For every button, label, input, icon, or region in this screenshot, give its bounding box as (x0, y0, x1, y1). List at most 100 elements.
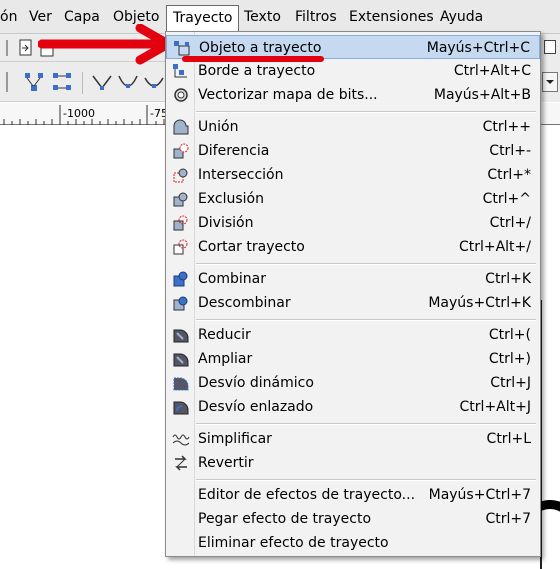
menu-item-borde-a-trayecto[interactable]: Borde a trayecto Ctrl+Alt+C (166, 59, 540, 83)
menu-item-editor-efectos[interactable]: Editor de efectos de trayecto... Mayús+C… (166, 483, 540, 507)
horizontal-ruler (540, 103, 560, 125)
menu-item-label: Combinar (198, 271, 266, 287)
horizontal-ruler: -1000 -750 (0, 103, 175, 125)
toolbar-grip (6, 40, 8, 56)
import-icon[interactable] (18, 39, 34, 61)
break-nodes-icon[interactable] (52, 72, 72, 96)
ruler-label: -1000 (63, 107, 95, 120)
menu-edicion[interactable]: ón (0, 9, 17, 25)
symmetric-node-icon[interactable] (144, 74, 164, 96)
menu-item-shortcut: Ctrl+J (490, 375, 531, 391)
menu-item-ampliar[interactable]: Ampliar Ctrl+) (166, 347, 540, 371)
dynamic-offset-icon (173, 377, 189, 391)
menu-item-label: Borde a trayecto (198, 63, 316, 79)
menu-ayuda[interactable]: Ayuda (440, 9, 483, 25)
exclusion-icon (173, 192, 188, 207)
union-icon (173, 119, 189, 135)
smooth-node-icon[interactable] (118, 74, 138, 96)
menu-item-label: Editor de efectos de trayecto... (198, 487, 416, 503)
menu-item-shortcut: Mayús+Alt+B (433, 87, 531, 103)
menu-item-division[interactable]: División Ctrl+/ (166, 211, 540, 235)
join-nodes-icon[interactable] (24, 72, 44, 96)
menu-item-shortcut: Mayús+Ctrl+C (426, 40, 530, 56)
menu-item-shortcut: Ctrl+K (485, 271, 531, 287)
menu-item-shortcut: Ctrl+Alt+C (453, 63, 531, 79)
menu-item-revertir[interactable]: Revertir (166, 451, 540, 475)
menu-item-label: Pegar efecto de trayecto (198, 511, 372, 527)
object-to-path-icon (174, 41, 190, 56)
menu-item-shortcut: Ctrl++ (482, 119, 531, 135)
menu-item-label: Ampliar (198, 351, 253, 367)
menu-item-label: División (198, 215, 254, 231)
menu-texto[interactable]: Texto (244, 9, 281, 25)
cusp-node-icon[interactable] (92, 74, 112, 96)
node-toolbar (0, 62, 168, 102)
toolbar-right (540, 34, 560, 62)
menu-item-label: Vectorizar mapa de bits... (198, 87, 378, 103)
menu-objeto[interactable]: Objeto (113, 9, 159, 25)
menu-item-shortcut: Ctrl+L (486, 431, 531, 447)
menu-extensiones[interactable]: Extensiones (349, 9, 434, 25)
toolbar-right (540, 62, 560, 102)
menu-separator (196, 263, 536, 265)
menu-item-label: Desvío enlazado (198, 399, 314, 415)
menu-item-simplificar[interactable]: Simplificar Ctrl+L (166, 427, 540, 451)
break-apart-icon (173, 296, 188, 311)
menu-item-label: Diferencia (198, 143, 270, 159)
stroke-to-path-icon (173, 64, 187, 78)
menu-capa[interactable]: Capa (64, 9, 100, 25)
menu-separator (196, 111, 536, 113)
menu-item-label: Objeto a trayecto (199, 40, 322, 56)
trace-bitmap-icon (174, 88, 188, 102)
menu-item-eliminar-efecto[interactable]: Eliminar efecto de trayecto (166, 531, 540, 555)
menu-item-desvio-dinamico[interactable]: Desvío dinámico Ctrl+J (166, 371, 540, 395)
menu-item-label: Descombinar (198, 295, 291, 311)
menu-item-reducir[interactable]: Reducir Ctrl+( (166, 323, 540, 347)
intersection-icon (173, 168, 188, 183)
reverse-icon (175, 455, 187, 471)
menu-item-shortcut: Ctrl+Alt+/ (458, 239, 531, 255)
dropdown-button[interactable] (542, 72, 558, 92)
menu-item-label: Exclusión (198, 191, 264, 207)
menu-item-label: Desvío dinámico (198, 375, 314, 391)
menu-item-label: Reducir (198, 327, 251, 343)
menu-separator (196, 479, 536, 481)
menu-item-shortcut: Ctrl+* (487, 167, 531, 183)
menu-separator (196, 319, 536, 321)
menu-item-shortcut: Ctrl+^ (482, 191, 531, 207)
menu-item-combinar[interactable]: Combinar Ctrl+K (166, 267, 540, 291)
menu-item-cortar-trayecto[interactable]: Cortar trayecto Ctrl+Alt+/ (166, 235, 540, 259)
menu-item-pegar-efecto[interactable]: Pegar efecto de trayecto Ctrl+7 (166, 507, 540, 531)
menu-separator (196, 423, 536, 425)
menu-item-vectorizar[interactable]: Vectorizar mapa de bits... Mayús+Alt+B (166, 83, 540, 107)
menu-item-label: Simplificar (198, 431, 272, 447)
trayecto-menu: Objeto a trayecto Mayús+Ctrl+C Borde a t… (165, 31, 541, 557)
toolbar-separator (82, 72, 83, 94)
menu-item-shortcut: Ctrl+7 (485, 511, 531, 527)
menu-item-shortcut: Ctrl+/ (489, 215, 531, 231)
menu-item-desvio-enlazado[interactable]: Desvío enlazado Ctrl+Alt+J (166, 395, 540, 419)
menu-item-descombinar[interactable]: Descombinar Mayús+Ctrl+K (166, 291, 540, 315)
toolbar-grip (6, 72, 8, 92)
inset-icon (173, 329, 189, 343)
menu-item-shortcut: Ctrl+- (489, 143, 531, 159)
annotation-underline (182, 56, 324, 62)
menu-item-label: Cortar trayecto (198, 239, 305, 255)
menu-item-union[interactable]: Unión Ctrl++ (166, 115, 540, 139)
menu-item-shortcut: Ctrl+( (488, 327, 531, 343)
difference-icon (173, 143, 189, 159)
menu-item-label: Unión (198, 119, 239, 135)
simplify-icon (172, 434, 190, 446)
menu-filtros[interactable]: Filtros (295, 9, 337, 25)
menu-item-interseccion[interactable]: Intersección Ctrl+* (166, 163, 540, 187)
menu-item-label: Eliminar efecto de trayecto (198, 535, 389, 551)
menu-item-label: Revertir (198, 455, 254, 471)
outset-icon (173, 353, 189, 367)
menu-ver[interactable]: Ver (29, 9, 52, 25)
menu-item-diferencia[interactable]: Diferencia Ctrl+- (166, 139, 540, 163)
document-icon[interactable] (544, 40, 556, 54)
menu-item-shortcut: Ctrl+Alt+J (459, 399, 531, 415)
menu-item-shortcut: Ctrl+) (488, 351, 531, 367)
division-icon (173, 215, 188, 231)
menu-item-exclusion[interactable]: Exclusión Ctrl+^ (166, 187, 540, 211)
